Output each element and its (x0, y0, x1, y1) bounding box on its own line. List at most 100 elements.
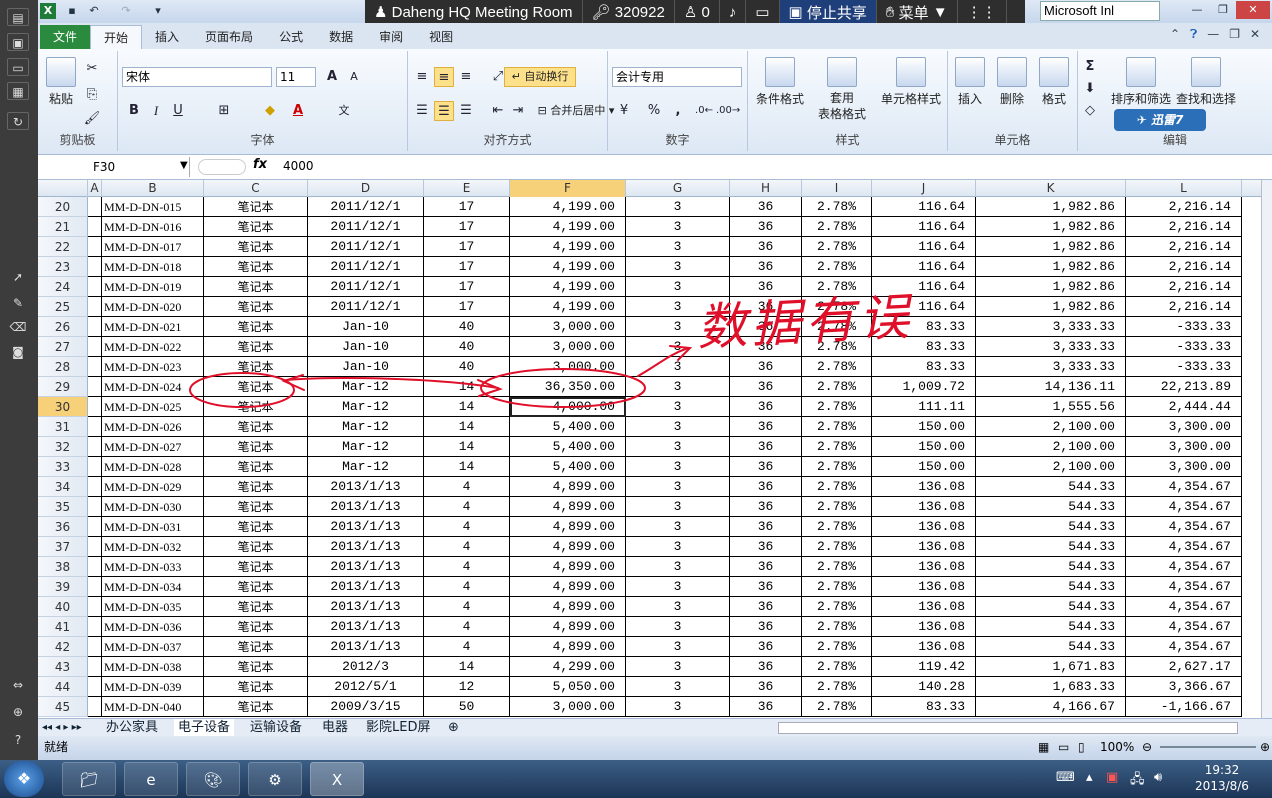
row-header[interactable]: 41 (38, 617, 88, 637)
cell[interactable]: 14 (424, 457, 510, 477)
autosum-icon[interactable]: Σ (1080, 57, 1100, 77)
percent-button[interactable]: % (644, 101, 664, 121)
paste-button[interactable]: 粘贴 (44, 57, 78, 107)
cell[interactable]: 4,199.00 (510, 237, 626, 257)
cell[interactable]: 119.42 (872, 657, 976, 677)
cell[interactable]: 40 (424, 337, 510, 357)
row-header[interactable]: 45 (38, 697, 88, 717)
cell[interactable]: 4,899.00 (510, 597, 626, 617)
currency-icon[interactable]: ¥ (614, 101, 634, 121)
row-header[interactable]: 44 (38, 677, 88, 697)
cell[interactable]: 36 (730, 457, 802, 477)
cell[interactable]: 2011/12/1 (308, 217, 424, 237)
cell[interactable]: 36 (730, 357, 802, 377)
grid-icon[interactable]: ▦ (7, 82, 29, 100)
tab-insert[interactable]: 插入 (142, 25, 192, 49)
column-header[interactable]: J (872, 180, 976, 197)
format-painter-icon[interactable]: 🖌︎ (82, 109, 102, 129)
row-header[interactable]: 24 (38, 277, 88, 297)
cell[interactable]: 36 (730, 637, 802, 657)
cell[interactable]: 2013/1/13 (308, 617, 424, 637)
cell[interactable]: 2.78% (802, 357, 872, 377)
cell[interactable]: 4 (424, 617, 510, 637)
row-header[interactable]: 23 (38, 257, 88, 277)
cell[interactable]: 4 (424, 637, 510, 657)
cell[interactable]: 544.33 (976, 637, 1126, 657)
cell[interactable]: MM-D-DN-031 (102, 517, 204, 537)
cell[interactable]: 3 (626, 277, 730, 297)
cell[interactable]: 36 (730, 237, 802, 257)
cell[interactable]: 2,100.00 (976, 457, 1126, 477)
cell[interactable] (88, 197, 102, 217)
cell[interactable]: 4,000.00 (510, 397, 626, 417)
zoom-level[interactable]: 100% (1100, 736, 1134, 758)
underline-button[interactable]: U (168, 101, 188, 121)
cell[interactable]: 544.33 (976, 577, 1126, 597)
cell[interactable]: 笔记本 (204, 317, 308, 337)
cell[interactable]: 2.78% (802, 617, 872, 637)
insert-function-icon[interactable]: fx (253, 157, 267, 172)
cell[interactable]: 4 (424, 497, 510, 517)
cell[interactable]: 笔记本 (204, 697, 308, 717)
cell[interactable]: 22,213.89 (1126, 377, 1242, 397)
bold-button[interactable]: B (124, 101, 144, 121)
cell[interactable]: 3,333.33 (976, 357, 1126, 377)
cell[interactable]: 4 (424, 517, 510, 537)
cell[interactable]: 4,354.67 (1126, 517, 1242, 537)
cell[interactable]: 3 (626, 677, 730, 697)
align-right-icon[interactable]: ☰ (456, 101, 476, 121)
row-header[interactable]: 36 (38, 517, 88, 537)
zoom-in-icon[interactable]: ⊕ (1260, 736, 1270, 758)
cell[interactable]: 3,300.00 (1126, 437, 1242, 457)
cell[interactable]: 3,333.33 (976, 317, 1126, 337)
cell[interactable]: Jan-10 (308, 317, 424, 337)
cell[interactable] (88, 437, 102, 457)
cell[interactable]: 笔记本 (204, 597, 308, 617)
row-header[interactable]: 31 (38, 417, 88, 437)
cell[interactable]: 1,555.56 (976, 397, 1126, 417)
cell[interactable] (88, 517, 102, 537)
cell[interactable]: 116.64 (872, 257, 976, 277)
cell[interactable]: 136.08 (872, 497, 976, 517)
sheet-tab-electronics[interactable]: 电子设备 (174, 719, 235, 737)
cell[interactable] (88, 637, 102, 657)
qat-menu-icon[interactable]: ▾ (150, 3, 166, 19)
cell[interactable]: 笔记本 (204, 677, 308, 697)
cell[interactable]: 4,354.67 (1126, 497, 1242, 517)
delete-button[interactable]: 删除 (992, 57, 1032, 107)
cell[interactable] (88, 457, 102, 477)
cell[interactable]: 3 (626, 597, 730, 617)
cell[interactable]: 83.33 (872, 697, 976, 717)
cell[interactable]: MM-D-DN-025 (102, 397, 204, 417)
cell[interactable]: 12 (424, 677, 510, 697)
cell[interactable]: 2.78% (802, 657, 872, 677)
cell[interactable]: 笔记本 (204, 457, 308, 477)
cell[interactable] (88, 657, 102, 677)
video-icon[interactable]: ▭ (746, 0, 780, 24)
keyboard-icon[interactable]: ⌨ (1056, 770, 1075, 785)
cell[interactable]: 136.08 (872, 517, 976, 537)
mic-icon[interactable]: ♪ (720, 0, 747, 24)
cell[interactable]: 2.78% (802, 677, 872, 697)
align-left-icon[interactable]: ☰ (412, 101, 432, 121)
name-box-dropdown-icon[interactable]: ▼ (180, 160, 188, 171)
cell[interactable]: 4,354.67 (1126, 637, 1242, 657)
cell[interactable]: 3,300.00 (1126, 457, 1242, 477)
cell[interactable]: 2.78% (802, 457, 872, 477)
cell[interactable]: 2011/12/1 (308, 197, 424, 217)
cell[interactable]: MM-D-DN-021 (102, 317, 204, 337)
cell[interactable]: 1,683.33 (976, 677, 1126, 697)
cell[interactable]: 2.78% (802, 577, 872, 597)
refresh-icon[interactable]: ↻ (7, 112, 29, 130)
cell[interactable]: 36 (730, 297, 802, 317)
column-header[interactable]: B (102, 180, 204, 197)
cell[interactable]: 2,100.00 (976, 417, 1126, 437)
cell[interactable]: 544.33 (976, 497, 1126, 517)
cell[interactable]: 2.78% (802, 377, 872, 397)
cell[interactable]: 笔记本 (204, 337, 308, 357)
windows-start-icon[interactable]: ❖ (4, 761, 44, 797)
cell[interactable]: 544.33 (976, 537, 1126, 557)
cell[interactable]: MM-D-DN-022 (102, 337, 204, 357)
row-header[interactable]: 38 (38, 557, 88, 577)
cell[interactable]: MM-D-DN-023 (102, 357, 204, 377)
